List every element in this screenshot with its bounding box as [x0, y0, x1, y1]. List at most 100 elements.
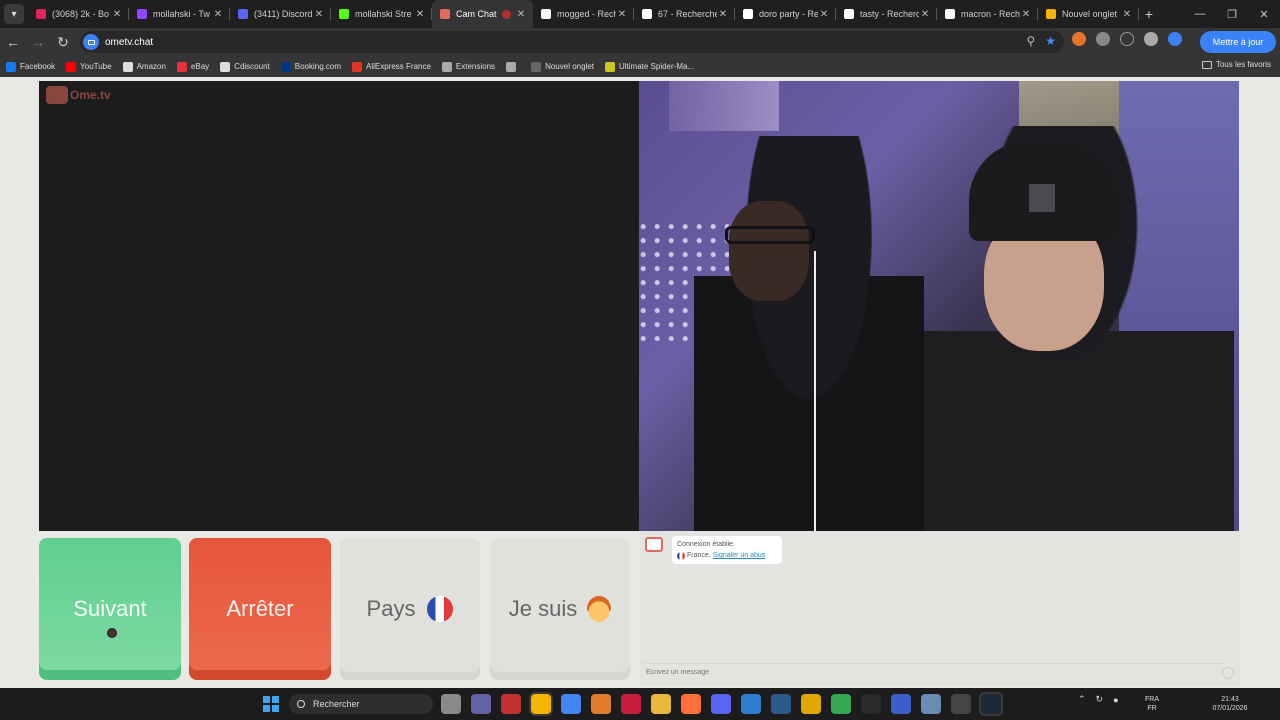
tab-favicon-icon [440, 9, 450, 19]
bookmark-item[interactable]: eBay [176, 61, 209, 72]
report-abuse-link[interactable]: Signaler un abus [713, 550, 766, 561]
teams-icon[interactable] [471, 694, 491, 714]
bookmark-item[interactable]: AliExpress France [352, 61, 431, 72]
stop-button[interactable]: Arrêter [189, 538, 331, 680]
tab-title: tasty - Recherc [860, 9, 919, 19]
shield-check-icon[interactable] [1168, 32, 1182, 46]
update-button[interactable]: Mettre à jour [1200, 31, 1276, 53]
extensions-puzzle-icon[interactable] [1096, 32, 1110, 46]
new-tab-button[interactable]: + [1139, 6, 1159, 22]
app-icon[interactable] [771, 694, 791, 714]
url-text[interactable]: ometv.chat [105, 37, 153, 48]
bookmark-favicon-icon [352, 61, 362, 72]
bookmark-item[interactable]: Cdiscount [220, 61, 270, 72]
chevron-up-icon[interactable]: ⌃ [1078, 694, 1086, 705]
browser-tab[interactable]: Cam Chat ✕ [432, 0, 533, 28]
sync-icon[interactable]: ↻ [1096, 694, 1104, 705]
lang-line2: FR [1147, 705, 1157, 712]
bookmark-item[interactable]: Facebook [6, 61, 55, 72]
windows-start-icon[interactable] [263, 696, 279, 712]
address-bar[interactable]: ometv.chat ⚲ ★ [80, 31, 1064, 53]
mail-icon[interactable] [741, 694, 761, 714]
task-view-icon[interactable] [441, 694, 461, 714]
video-app-icon[interactable] [501, 694, 521, 714]
close-tab-icon[interactable]: ✕ [919, 9, 931, 20]
browser-tab[interactable]: doro party - Re ✕ [735, 0, 836, 28]
browser-tab[interactable]: Nouvel onglet ✕ [1038, 0, 1139, 28]
app-icon[interactable] [891, 694, 911, 714]
minimize-icon[interactable]: — [1184, 0, 1216, 28]
partner-country: France. [687, 552, 711, 559]
browser-tab[interactable]: mogged - Rech ✕ [533, 0, 634, 28]
bookmark-label: AliExpress France [366, 62, 431, 71]
extension-icon[interactable] [1072, 32, 1086, 46]
close-tab-icon[interactable]: ✕ [313, 9, 325, 20]
bookmark-item[interactable]: YouTube [66, 61, 112, 72]
rockstar-icon[interactable] [801, 694, 821, 714]
close-tab-icon[interactable]: ✕ [818, 9, 830, 20]
reload-icon[interactable]: ↻ [51, 30, 75, 54]
app-icon[interactable] [951, 694, 971, 714]
next-button[interactable]: Suivant [39, 538, 181, 680]
forward-icon[interactable]: → [26, 30, 50, 54]
close-tab-icon[interactable]: ✕ [616, 9, 628, 20]
browser-tab[interactable]: (3411) Discord ✕ [230, 0, 331, 28]
clock[interactable]: 21:43 07/01/2026 [1205, 695, 1255, 713]
site-info-icon[interactable] [83, 34, 99, 50]
browser-tab[interactable]: macron - Rech ✕ [937, 0, 1038, 28]
close-tab-icon[interactable]: ✕ [515, 9, 527, 20]
tab-search-icon[interactable]: ▾ [4, 4, 24, 24]
app-icon[interactable] [921, 694, 941, 714]
emoji-picker-icon[interactable] [1222, 667, 1234, 679]
discord-icon[interactable] [711, 694, 731, 714]
chrome-icon[interactable] [529, 692, 553, 716]
bookmark-label: Nouvel onglet [545, 62, 594, 71]
bookmark-label: Cdiscount [234, 62, 270, 71]
bookmark-item[interactable]: Extensions [441, 61, 495, 72]
country-button[interactable]: Pays [340, 538, 480, 680]
microphone-icon[interactable]: ● [1113, 695, 1118, 705]
steam-icon[interactable] [979, 692, 1003, 716]
zoom-icon[interactable]: ⚲ [1026, 34, 1035, 48]
browser-tab[interactable]: mollahski Stre ✕ [331, 0, 432, 28]
restore-icon[interactable]: ❐ [1216, 0, 1248, 28]
close-window-icon[interactable]: ✕ [1248, 0, 1280, 28]
face-left [729, 201, 809, 301]
beanie-patch [1029, 184, 1055, 212]
language-indicator[interactable]: FRA FR [1145, 695, 1159, 713]
close-tab-icon[interactable]: ✕ [717, 9, 729, 20]
close-tab-icon[interactable]: ✕ [212, 9, 224, 20]
app-icon[interactable] [591, 694, 611, 714]
bookmark-star-icon[interactable]: ★ [1045, 34, 1056, 48]
connection-status: Connexion établie. [677, 541, 735, 548]
gender-button[interactable]: Je suis [490, 538, 630, 680]
tab-favicon-icon [339, 9, 349, 19]
opera-icon[interactable] [621, 694, 641, 714]
bookmark-item[interactable]: Amazon [122, 61, 166, 72]
chat-message-input[interactable] [644, 663, 1224, 681]
bookmark-favicon-icon [122, 61, 133, 72]
back-icon[interactable]: ← [1, 30, 25, 54]
firefox-icon[interactable] [681, 694, 701, 714]
browser-tab[interactable]: tasty - Recherc ✕ [836, 0, 937, 28]
bookmark-item[interactable]: Ultimate Spider-Ma... [604, 61, 694, 72]
close-tab-icon[interactable]: ✕ [414, 9, 426, 20]
terminal-icon[interactable] [861, 694, 881, 714]
browser-tab[interactable]: mollahski - Tw ✕ [129, 0, 230, 28]
profile-icon[interactable] [1144, 32, 1158, 46]
all-bookmarks-button[interactable]: Tous les favoris [1201, 60, 1271, 69]
taskbar-search[interactable]: Rechercher [289, 694, 433, 714]
close-tab-icon[interactable]: ✕ [1121, 9, 1133, 20]
chrome-profile-icon[interactable] [831, 694, 851, 714]
close-tab-icon[interactable]: ✕ [111, 9, 123, 20]
reading-list-icon[interactable] [1120, 32, 1134, 46]
chrome-alt-icon[interactable] [561, 694, 581, 714]
close-tab-icon[interactable]: ✕ [1020, 9, 1032, 20]
file-explorer-icon[interactable] [651, 694, 671, 714]
browser-tab[interactable]: (3068) 2k - Bo ✕ [28, 0, 129, 28]
tab-favicon-icon [844, 9, 854, 19]
bookmark-item[interactable]: Nouvel onglet [531, 61, 594, 72]
bookmark-item[interactable]: Booking.com [280, 61, 341, 72]
bookmark-item[interactable] [506, 61, 520, 72]
browser-tab[interactable]: 67 - Recherche ✕ [634, 0, 735, 28]
